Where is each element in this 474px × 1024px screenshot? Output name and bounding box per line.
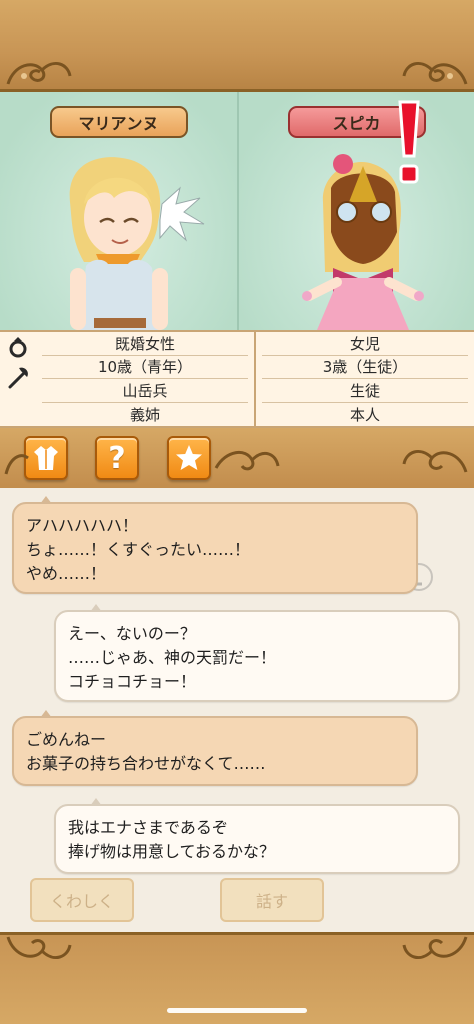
chat-bubble-3: ごめんねー お菓子の持ち合わせがなくて…… (12, 710, 418, 786)
chat-line: 我はエナさまであるぞ (68, 818, 228, 837)
band-left-ornament-icon (4, 454, 29, 475)
character-info-table: 既婚女性 10歳（青年） 山岳兵 義姉 女児 3歳（生徒） 生徒 本人 (0, 330, 474, 428)
talk-button: 話す (220, 878, 324, 922)
question-icon: ? (108, 440, 126, 476)
character-panel-left[interactable]: マリアンヌ (0, 92, 237, 330)
axe-icon (8, 367, 28, 389)
info-marital-left: 既婚女性 (42, 332, 248, 356)
bottom-left-ornament-icon (6, 936, 72, 960)
top-ornate-band (0, 0, 474, 92)
ring-icon (9, 337, 27, 358)
info-age-left: 10歳（青年） (42, 356, 248, 379)
center-ornament-icon (214, 451, 280, 471)
chat-line: やめ……！ (26, 564, 107, 583)
left-ornament-icon (6, 61, 72, 85)
character-portrait-left (69, 157, 205, 330)
bottom-right-ornament-icon (402, 936, 468, 960)
info-marital-right: 女児 (262, 332, 468, 356)
info-relation-left: 義姉 (129, 405, 160, 424)
info-icons-column (0, 332, 36, 428)
chat-line: ちょ……！くすぐったい……！ (26, 540, 251, 559)
band-right-ornament-icon (402, 449, 468, 473)
chat-bubble-1: アハハハハハ！ ちょ……！くすぐったい……！ やめ……！ (12, 496, 418, 594)
character-portrait-right (302, 154, 424, 330)
chat-line: えー、ないのー？ (68, 624, 196, 643)
info-column-right: 女児 3歳（生徒） 生徒 本人 (254, 332, 474, 426)
info-job-left: 山岳兵 (42, 379, 248, 403)
chat-log[interactable]: アハハハハハ！ ちょ……！くすぐったい……！ やめ……！ えー、ないのー？ ……… (0, 488, 474, 932)
home-indicator[interactable] (167, 1008, 307, 1013)
help-button[interactable]: ? (95, 436, 139, 480)
chat-line: お菓子の持ち合わせがなくて…… (26, 754, 266, 773)
info-job-right: 生徒 (262, 379, 468, 403)
action-button-band: ? (0, 428, 474, 488)
character-panel-right[interactable]: スピカ (237, 92, 474, 330)
info-relation-right: 本人 (349, 405, 380, 424)
details-button: くわしく (30, 878, 134, 922)
chat-line: ごめんねー (26, 730, 107, 749)
right-ornament-icon (402, 61, 468, 85)
info-age-right: 3歳（生徒） (262, 356, 468, 379)
chat-line: ……じゃあ、神の天罰だー！ (68, 648, 277, 667)
star-icon (176, 445, 202, 470)
info-column-left: 既婚女性 10歳（青年） 山岳兵 義姉 (36, 332, 254, 426)
chat-bubble-4: 我はエナさまであるぞ 捧げ物は用意しておるかな？ (54, 798, 460, 874)
favorite-button[interactable] (167, 436, 211, 480)
exclamation-icon (398, 100, 420, 184)
chat-line: 捧げ物は用意しておるかな？ (68, 842, 276, 861)
chat-bubble-2: えー、ないのー？ ……じゃあ、神の天罰だー！ コチョコチョー！ (54, 604, 460, 702)
chat-line: コチョコチョー！ (68, 672, 197, 691)
chat-line: アハハハハハ！ (26, 516, 139, 535)
